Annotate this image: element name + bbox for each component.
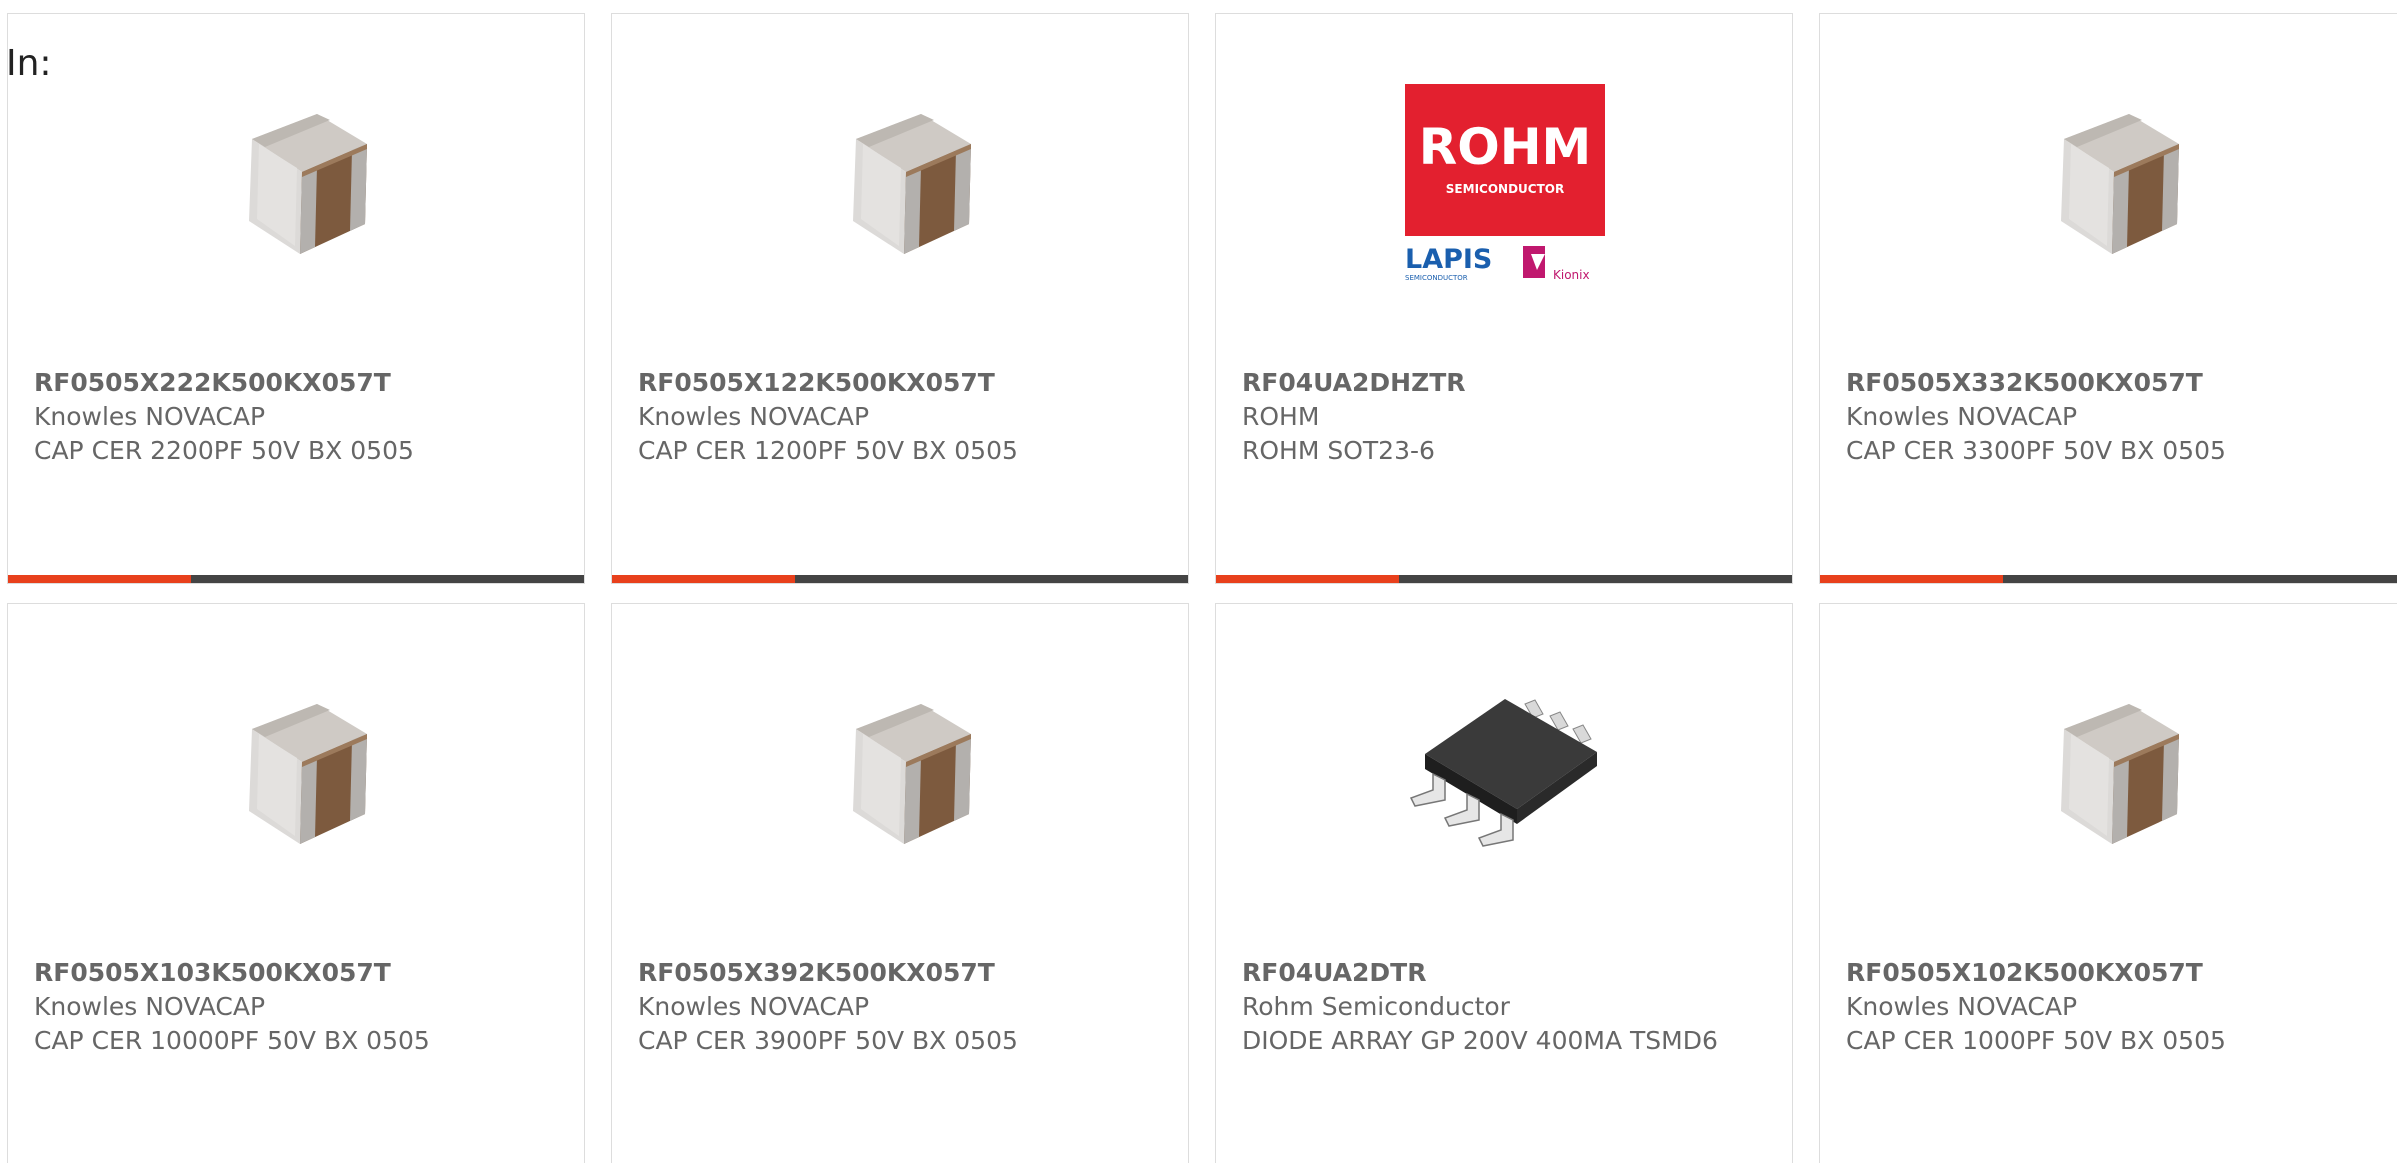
description: ROHM SOT23-6 (1242, 436, 1435, 465)
card-bottom-bar (1820, 575, 2397, 583)
card-accent (1216, 575, 1399, 583)
part-number[interactable]: RF0505X102K500KX057T (1846, 956, 2377, 990)
description: CAP CER 3300PF 50V BX 0505 (1846, 436, 2226, 465)
part-number[interactable]: RF0505X392K500KX057T (638, 956, 1168, 990)
card-bottom-bar (1216, 575, 1792, 583)
manufacturer: Knowles NOVACAP (1846, 992, 2078, 1021)
ic-package-icon (1405, 674, 1605, 874)
product-card[interactable]: RF0505X222K500KX057T Knowles NOVACAP CAP… (7, 13, 585, 584)
lapis-logo-text: LAPIS (1405, 244, 1492, 275)
ceramic-capacitor-icon (2009, 674, 2209, 874)
description: CAP CER 1000PF 50V BX 0505 (1846, 1026, 2226, 1055)
ceramic-capacitor-icon (801, 84, 1001, 284)
ceramic-capacitor-icon (197, 84, 397, 284)
part-number[interactable]: RF04UA2DHZTR (1242, 366, 1772, 400)
part-number[interactable]: RF0505X103K500KX057T (34, 956, 564, 990)
product-card[interactable]: ROHM SEMICONDUCTOR LAPIS SEMICONDUCTOR K… (1215, 13, 1793, 584)
part-number[interactable]: RF0505X122K500KX057T (638, 366, 1168, 400)
product-card[interactable]: RF0505X102K500KX057T Knowles NOVACAP CAP… (1819, 603, 2397, 1163)
product-card[interactable]: RF0505X332K500KX057T Knowles NOVACAP CAP… (1819, 13, 2397, 584)
manufacturer: Knowles NOVACAP (638, 402, 870, 431)
lapis-logo-sub: SEMICONDUCTOR (1405, 274, 1468, 282)
manufacturer: Knowles NOVACAP (1846, 402, 2078, 431)
kionix-logo-text: Kionix (1553, 268, 1590, 282)
product-grid-page: In: RF0505X222K500KX057T Knowles NOVACAP… (0, 0, 2400, 1163)
manufacturer: Knowles NOVACAP (34, 992, 266, 1021)
product-card[interactable]: RF0505X103K500KX057T Knowles NOVACAP CAP… (7, 603, 585, 1163)
product-card[interactable]: RF04UA2DTR Rohm Semiconductor DIODE ARRA… (1215, 603, 1793, 1163)
manufacturer: Knowles NOVACAP (34, 402, 266, 431)
manufacturer: ROHM (1242, 402, 1320, 431)
card-accent (1820, 575, 2003, 583)
part-number[interactable]: RF04UA2DTR (1242, 956, 1772, 990)
part-number[interactable]: RF0505X332K500KX057T (1846, 366, 2377, 400)
rohm-logo-text: ROHM (1419, 118, 1592, 176)
in-label: In: (6, 43, 52, 84)
description: CAP CER 3900PF 50V BX 0505 (638, 1026, 1018, 1055)
card-bottom-bar (8, 575, 584, 583)
product-card[interactable]: RF0505X122K500KX057T Knowles NOVACAP CAP… (611, 13, 1189, 584)
description: CAP CER 2200PF 50V BX 0505 (34, 436, 414, 465)
ceramic-capacitor-icon (801, 674, 1001, 874)
description: CAP CER 10000PF 50V BX 0505 (34, 1026, 430, 1055)
description: CAP CER 1200PF 50V BX 0505 (638, 436, 1018, 465)
card-accent (612, 575, 795, 583)
manufacturer: Rohm Semiconductor (1242, 992, 1510, 1021)
ceramic-capacitor-icon (197, 674, 397, 874)
rohm-logo-sub: SEMICONDUCTOR (1446, 182, 1564, 196)
manufacturer: Knowles NOVACAP (638, 992, 870, 1021)
description: DIODE ARRAY GP 200V 400MA TSMD6 (1242, 1026, 1718, 1055)
card-bottom-bar (612, 575, 1188, 583)
ceramic-capacitor-icon (2009, 84, 2209, 284)
card-accent (8, 575, 191, 583)
rohm-logo: ROHM SEMICONDUCTOR LAPIS SEMICONDUCTOR K… (1405, 84, 1605, 284)
product-card[interactable]: RF0505X392K500KX057T Knowles NOVACAP CAP… (611, 603, 1189, 1163)
part-number[interactable]: RF0505X222K500KX057T (34, 366, 564, 400)
